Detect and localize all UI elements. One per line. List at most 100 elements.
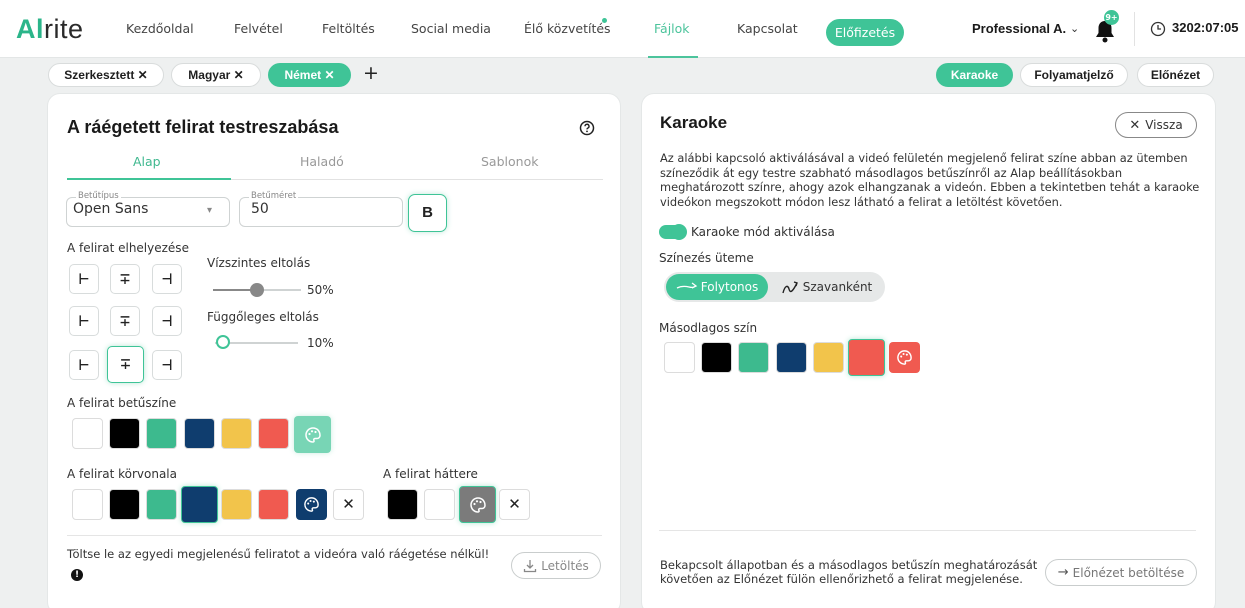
outline-custom-color-button[interactable] (296, 489, 327, 520)
arrow-right-icon: → (1057, 565, 1069, 580)
text-color-custom-button[interactable] (294, 416, 331, 453)
vertical-offset-value: 10% (307, 336, 334, 350)
preview-hint-text: Bekapcsolt állapotban és a másodlagos be… (660, 558, 1038, 586)
text-color-swatch-white[interactable] (72, 418, 103, 449)
rhythm-option-word-by-word-label: Szavanként (802, 280, 873, 294)
secondary-custom-color-button[interactable] (889, 342, 920, 373)
align-middle-right-button[interactable]: ⊣ (152, 306, 182, 336)
remaining-time: 3202:07:05 (1172, 20, 1239, 35)
nav-active-indicator (648, 56, 698, 58)
secondary-swatch-green[interactable] (738, 342, 769, 373)
logo-text: rite (44, 14, 84, 44)
section-divider (67, 535, 602, 536)
page-title: A ráégetett felirat testreszabása (67, 117, 339, 137)
font-size-label: Betűméret (249, 191, 299, 201)
language-chip-edited[interactable]: Szerkesztett ✕ (48, 63, 164, 87)
language-chip-hungarian[interactable]: Magyar ✕ (171, 63, 261, 87)
horizontal-offset-value: 50% (307, 283, 334, 297)
secondary-swatch-red[interactable] (848, 339, 885, 376)
top-navigation: Alrite Kezdőoldal Felvétel Feltöltés Soc… (0, 0, 1245, 58)
tab-preview[interactable]: Előnézet (1137, 63, 1214, 87)
app-logo[interactable]: Alrite (16, 14, 84, 45)
secondary-swatch-navy[interactable] (776, 342, 807, 373)
text-color-label: A felirat betűszíne (67, 396, 177, 410)
text-color-swatch-green[interactable] (146, 418, 177, 449)
nav-item-felvetel[interactable]: Felvétel (234, 21, 283, 36)
nav-item-social-media[interactable]: Social media (411, 21, 491, 36)
word-arrow-icon (782, 281, 798, 294)
palette-icon (304, 426, 321, 443)
rhythm-option-word-by-word[interactable]: Szavanként (772, 274, 882, 300)
nav-item-elo-kozvetites[interactable]: Élő közvetítés (524, 21, 611, 36)
secondary-swatch-black[interactable] (701, 342, 732, 373)
subscribe-button[interactable]: Előfizetés (826, 19, 904, 46)
outline-swatch-navy[interactable] (181, 486, 218, 523)
outline-swatch-black[interactable] (109, 489, 140, 520)
align-top-right-button[interactable]: ⊣ (152, 264, 182, 294)
bold-toggle-button[interactable]: B (408, 194, 447, 232)
background-swatch-black[interactable] (387, 489, 418, 520)
secondary-swatch-white[interactable] (664, 342, 695, 373)
close-icon: ✕ (1129, 117, 1141, 133)
outline-color-label: A felirat körvonala (67, 467, 177, 481)
align-bottom-center-button[interactable]: ∓ (107, 346, 144, 383)
nav-divider (1134, 12, 1135, 46)
palette-icon (304, 497, 319, 512)
align-bottom-left-button[interactable]: ⊢ (69, 350, 99, 380)
text-color-swatch-yellow[interactable] (221, 418, 252, 449)
align-top-center-button[interactable]: ∓ (110, 264, 140, 294)
info-icon[interactable]: ! (71, 569, 83, 581)
live-indicator-dot (602, 18, 607, 23)
palette-icon (469, 496, 486, 513)
nav-item-fajlok[interactable]: Fájlok (654, 21, 690, 36)
clock-icon (1150, 21, 1166, 37)
text-color-swatch-navy[interactable] (184, 418, 215, 449)
horizontal-offset-handle[interactable] (250, 283, 264, 297)
add-language-button[interactable]: + (363, 62, 379, 84)
background-custom-color-button[interactable] (459, 486, 496, 523)
back-button[interactable]: ✕ Vissza (1115, 112, 1197, 138)
secondary-swatch-yellow[interactable] (813, 342, 844, 373)
outline-swatch-green[interactable] (146, 489, 177, 520)
coloring-rhythm-label: Színezés üteme (659, 251, 754, 265)
tab-advanced[interactable]: Haladó (300, 154, 344, 169)
logo-mark: Al (16, 14, 44, 44)
outline-clear-button[interactable]: ✕ (333, 489, 364, 520)
tab-progress-bar[interactable]: Folyamatjelző (1020, 63, 1128, 87)
help-icon[interactable] (579, 120, 595, 136)
nav-item-feltoltes[interactable]: Feltöltés (322, 21, 375, 36)
outline-swatch-white[interactable] (72, 489, 103, 520)
karaoke-toggle-label: Karaoke mód aktiválása (691, 225, 835, 239)
dropdown-arrow-icon: ▾ (207, 205, 213, 216)
nav-item-kapcsolat[interactable]: Kapcsolat (737, 21, 798, 36)
align-bottom-right-button[interactable]: ⊣ (152, 350, 182, 380)
tab-karaoke[interactable]: Karaoke (936, 63, 1013, 87)
secondary-color-label: Másodlagos szín (659, 321, 758, 335)
load-preview-label: Előnézet betöltése (1072, 565, 1185, 580)
tab-basic[interactable]: Alap (133, 154, 161, 169)
outline-swatch-red[interactable] (258, 489, 289, 520)
align-top-left-button[interactable]: ⊢ (69, 264, 99, 294)
outline-swatch-yellow[interactable] (221, 489, 252, 520)
text-color-swatch-black[interactable] (109, 418, 140, 449)
font-family-value: Open Sans (73, 201, 149, 217)
tab-templates[interactable]: Sablonok (481, 154, 538, 169)
vertical-offset-label: Függőleges eltolás (207, 310, 319, 324)
background-color-label: A felirat háttere (383, 467, 478, 481)
notification-badge: 9+ (1104, 10, 1119, 25)
karaoke-mode-toggle[interactable] (659, 224, 687, 240)
font-size-value: 50 (251, 201, 269, 217)
download-button[interactable]: Letöltés (511, 552, 601, 579)
position-label: A felirat elhelyezése (67, 241, 189, 255)
text-color-swatch-red[interactable] (258, 418, 289, 449)
align-middle-center-button[interactable]: ∓ (110, 306, 140, 336)
language-chip-german[interactable]: Német ✕ (268, 63, 351, 87)
load-preview-button[interactable]: → Előnézet betöltése (1045, 559, 1197, 586)
rhythm-option-continuous[interactable]: Folytonos (666, 274, 768, 300)
align-middle-left-button[interactable]: ⊢ (69, 306, 99, 336)
nav-item-kezdooldal[interactable]: Kezdőoldal (126, 21, 194, 36)
background-swatch-white[interactable] (424, 489, 455, 520)
user-menu[interactable]: Professional A. (972, 21, 1066, 36)
chevron-down-icon[interactable]: ⌄ (1070, 22, 1079, 35)
background-clear-button[interactable]: ✕ (499, 489, 530, 520)
